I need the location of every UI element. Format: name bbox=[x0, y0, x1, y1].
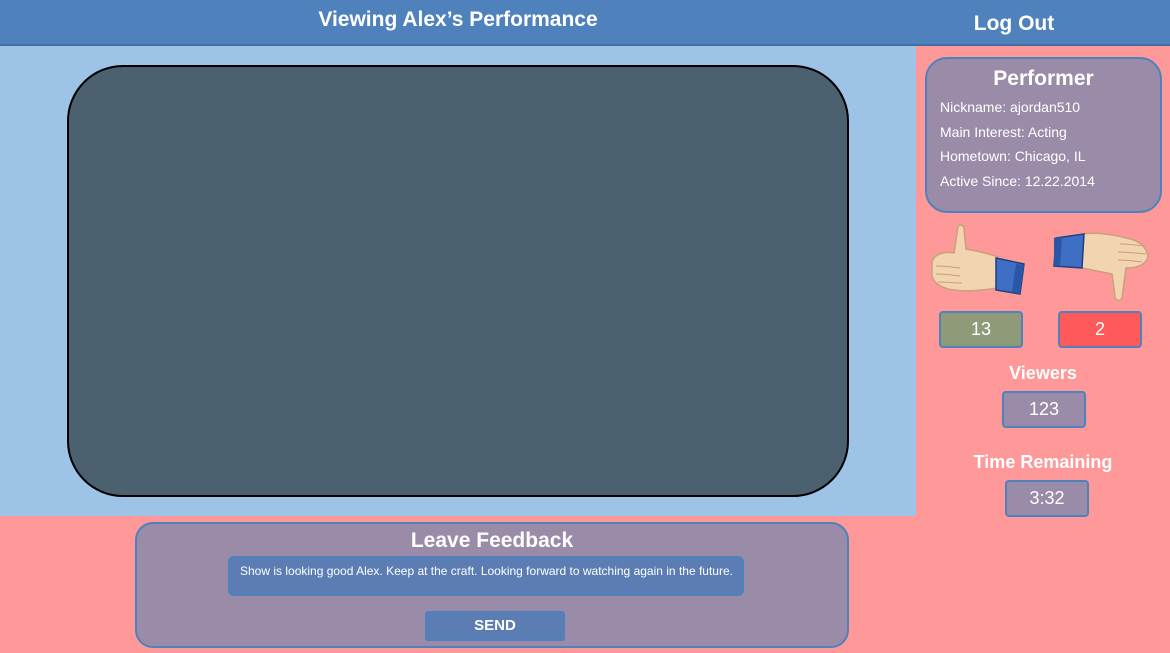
thumbs-down-icon[interactable] bbox=[1052, 226, 1152, 306]
video-player[interactable] bbox=[67, 65, 849, 497]
viewers-label: Viewers bbox=[1009, 363, 1077, 383]
feedback-heading: Leave Feedback bbox=[410, 529, 574, 552]
feedback-panel: Leave Feedback Show is looking good Alex… bbox=[135, 522, 849, 648]
performer-heading: Performer bbox=[993, 67, 1094, 90]
dislikes-count: 2 bbox=[1058, 311, 1142, 348]
page-title: Viewing Alex’s Performance bbox=[318, 8, 598, 31]
feedback-textarea[interactable]: Show is looking good Alex. Keep at the c… bbox=[228, 556, 744, 596]
likes-count: 13 bbox=[939, 311, 1023, 348]
send-button[interactable]: SEND bbox=[425, 611, 565, 641]
time-remaining-label: Time Remaining bbox=[973, 452, 1113, 472]
performer-nickname: Nickname: ajordan510 bbox=[940, 99, 1081, 115]
viewers-count: 123 bbox=[1002, 391, 1086, 428]
logout-button[interactable]: Log Out bbox=[916, 12, 1112, 36]
top-bar: Viewing Alex’s Performance Log Out bbox=[0, 0, 1170, 46]
performer-main-interest: Main Interest: Acting bbox=[940, 123, 1067, 140]
performer-hometown: Hometown: Chicago, IL bbox=[940, 148, 1086, 164]
performer-card: Performer Nickname: ajordan510 Main Inte… bbox=[925, 57, 1162, 213]
thumbs-up-icon[interactable] bbox=[928, 222, 1028, 302]
performer-active-since: Active Since: 12.22.2014 bbox=[940, 172, 1095, 189]
stage-area bbox=[0, 46, 916, 516]
time-remaining-value: 3:32 bbox=[1005, 480, 1089, 517]
